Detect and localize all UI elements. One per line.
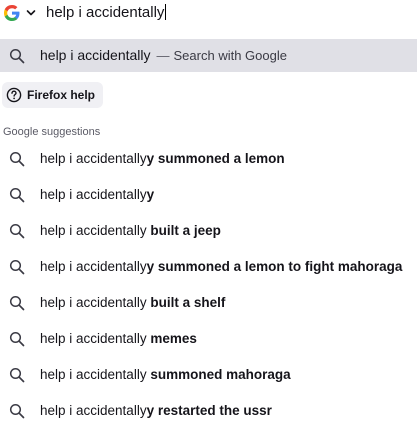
suggestion-prefix: help i accidentally	[40, 367, 147, 382]
url-input[interactable]: help i accidentally	[46, 2, 406, 24]
top-result-action: Search with Google	[173, 48, 287, 63]
suggestion-prefix: help i accidentally	[40, 187, 147, 202]
search-icon	[9, 223, 25, 239]
suggestion-item[interactable]: help i accidentally memes	[0, 324, 417, 354]
search-icon	[9, 295, 25, 311]
suggestion-text: help i accidentally built a jeep	[40, 216, 221, 246]
text-caret	[165, 4, 167, 20]
suggestion-item[interactable]: help i accidentallyy summoned a lemon	[0, 144, 417, 174]
address-bar[interactable]: help i accidentally	[0, 0, 417, 28]
firefox-help-chip[interactable]: Firefox help	[2, 82, 104, 108]
suggestion-text: help i accidentallyy summoned a lemon	[40, 144, 285, 174]
search-icon	[9, 187, 25, 203]
suggestion-item[interactable]: help i accidentally built a shelf	[0, 288, 417, 318]
firefox-help-label: Firefox help	[27, 88, 96, 102]
suggestion-text: help i accidentally memes	[40, 324, 197, 354]
help-circle-icon	[6, 87, 22, 103]
suggestion-prefix: help i accidentally	[40, 259, 147, 274]
suggestion-text: help i accidentally summoned mahoraga	[40, 360, 291, 390]
search-engine-button[interactable]	[2, 2, 40, 24]
suggestion-completion: summoned mahoraga	[146, 367, 291, 382]
suggestion-prefix: help i accidentally	[40, 295, 147, 310]
suggestion-completion: y summoned a lemon	[146, 151, 285, 166]
suggestion-completion: y restarted the ussr	[146, 403, 272, 418]
suggestion-text: help i accidentally built a shelf	[40, 288, 225, 318]
url-input-text: help i accidentally	[46, 4, 165, 21]
google-g-icon	[4, 5, 20, 21]
top-result-separator: —	[156, 48, 170, 63]
top-result-text: help i accidentally — Search with Google	[40, 39, 287, 72]
suggestion-completion: memes	[146, 331, 197, 346]
search-icon	[9, 367, 25, 383]
suggestion-item[interactable]: help i accidentallyy	[0, 180, 417, 210]
search-icon	[9, 48, 25, 64]
urlbar-dropdown: help i accidentally help i accidentally —…	[0, 0, 417, 425]
suggestion-item[interactable]: help i accidentally built a jeep	[0, 216, 417, 246]
suggestion-prefix: help i accidentally	[40, 331, 147, 346]
search-icon	[9, 331, 25, 347]
search-with-google-row[interactable]: help i accidentally — Search with Google	[0, 39, 417, 72]
search-icon	[9, 403, 25, 419]
suggestion-item[interactable]: help i accidentallyy restarted the ussr	[0, 396, 417, 425]
top-result-query: help i accidentally	[40, 47, 151, 63]
suggestion-item[interactable]: help i accidentallyy summoned a lemon to…	[0, 252, 417, 282]
suggestion-completion: built a jeep	[146, 223, 221, 238]
suggestion-prefix: help i accidentally	[40, 223, 147, 238]
suggestion-prefix: help i accidentally	[40, 151, 147, 166]
suggestion-completion: y summoned a lemon to fight mahoraga	[146, 259, 403, 274]
suggestion-prefix: help i accidentally	[40, 403, 147, 418]
suggestion-completion: built a shelf	[146, 295, 226, 310]
chevron-down-icon	[26, 10, 36, 16]
suggestion-text: help i accidentallyy restarted the ussr	[40, 396, 272, 425]
suggestion-completion: y	[146, 187, 155, 202]
suggestion-text: help i accidentallyy	[40, 180, 154, 210]
section-title: Google suggestions	[3, 126, 101, 138]
suggestion-item[interactable]: help i accidentally summoned mahoraga	[0, 360, 417, 390]
search-icon	[9, 259, 25, 275]
suggestion-text: help i accidentallyy summoned a lemon to…	[40, 252, 402, 282]
search-icon	[9, 151, 25, 167]
